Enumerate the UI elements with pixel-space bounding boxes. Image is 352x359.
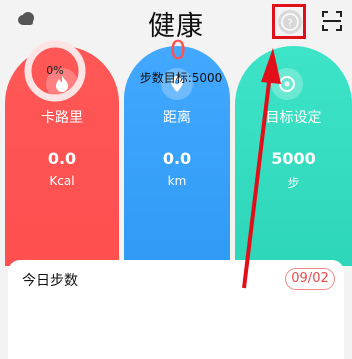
calorie-label: 卡路里 bbox=[41, 110, 83, 126]
date-badge[interactable]: 09/02 bbox=[285, 268, 335, 290]
distance-unit: km bbox=[167, 174, 187, 188]
today-steps-title: 今日步数 bbox=[22, 273, 78, 289]
steps-count: 0 bbox=[169, 36, 187, 66]
goal-value: 5000 bbox=[271, 149, 316, 168]
progress-percent: 0% bbox=[46, 64, 64, 77]
distance-label: 距离 bbox=[163, 110, 191, 126]
highlight-box bbox=[272, 4, 306, 39]
steps-goal-label: 步数目标:5000 bbox=[139, 71, 223, 85]
calorie-value: 0.0 bbox=[47, 149, 77, 168]
scan-icon[interactable] bbox=[321, 10, 343, 32]
today-steps-panel: 今日步数 09/02 bbox=[8, 260, 344, 359]
goal-unit: 步 bbox=[287, 176, 300, 190]
calorie-unit: Kcal bbox=[49, 174, 75, 188]
goal-card[interactable]: 目标设定 5000 步 bbox=[235, 46, 352, 266]
target-icon bbox=[271, 68, 303, 100]
distance-value: 0.0 bbox=[162, 149, 192, 168]
goal-label: 目标设定 bbox=[265, 110, 322, 126]
